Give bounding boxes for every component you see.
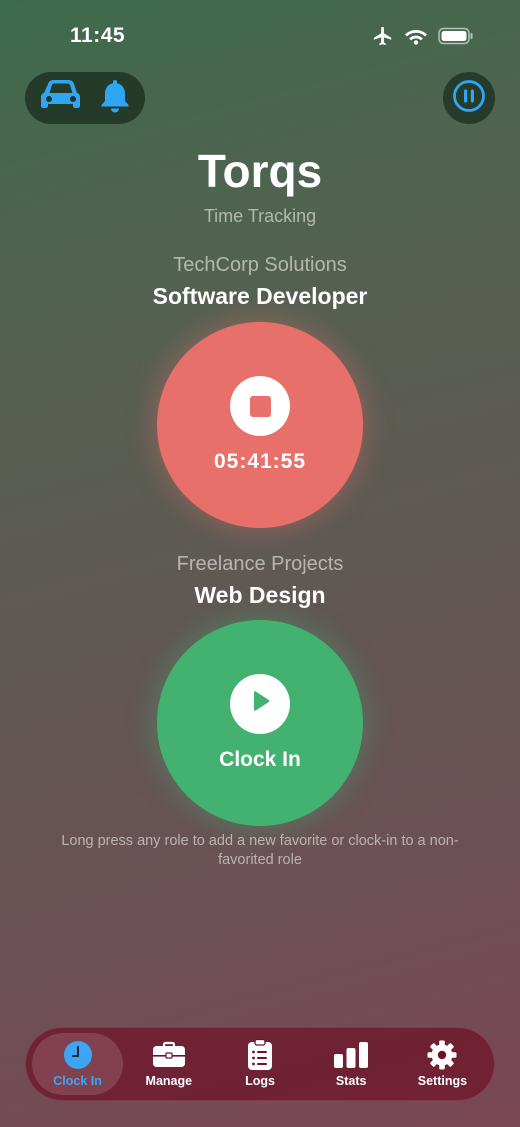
stop-icon [249,395,271,417]
role-name: Software Developer [152,283,368,309]
status-bar: 11:45 [0,0,520,70]
clock-out-button[interactable]: 05:41:55 [157,322,363,528]
tab-label: Stats [335,1074,367,1088]
elapsed-timer: 05:41:55 [213,450,307,473]
tab-logs[interactable]: Logs [214,1033,305,1095]
tab-settings[interactable]: Settings [397,1033,488,1095]
battery-icon [438,27,474,50]
tab-label: Settings [417,1074,468,1088]
role-name: Web Design [194,582,326,608]
car-icon[interactable] [39,78,83,119]
tab-label: Manage [145,1074,193,1088]
status-icons [372,25,474,52]
clock-in-label: Clock In [219,748,301,771]
wifi-icon [404,27,428,50]
tab-manage[interactable]: Manage [123,1033,214,1095]
play-button[interactable] [230,674,290,734]
tab-clock-in[interactable]: Clock In [32,1033,124,1095]
pause-button[interactable] [443,72,495,124]
app-title: Torqs [197,145,323,197]
bell-icon[interactable] [99,78,131,119]
company-name: TechCorp Solutions [173,254,347,276]
company-name: Freelance Projects [176,553,344,575]
tab-label: Clock In [53,1074,102,1088]
tab-label: Logs [245,1074,275,1088]
briefcase-icon [152,1040,186,1070]
clipboard-icon [247,1039,273,1070]
pause-circle-icon [452,79,486,118]
gear-icon [427,1040,457,1070]
tab-stats[interactable]: Stats [306,1033,397,1095]
top-left-controls [25,72,145,124]
clock-icon [63,1040,93,1070]
stop-button[interactable] [230,376,290,436]
bar-chart-icon [333,1040,369,1070]
play-icon [247,689,273,720]
tab-bar: Clock In Manage Logs Stats Settings [25,1027,495,1101]
status-time: 11:45 [70,24,126,47]
app-subtitle: Time Tracking [203,206,317,226]
clock-in-button[interactable]: Clock In [157,620,363,826]
airplane-icon [372,25,394,52]
hint-text: Long press any role to add a new favorit… [61,833,459,868]
